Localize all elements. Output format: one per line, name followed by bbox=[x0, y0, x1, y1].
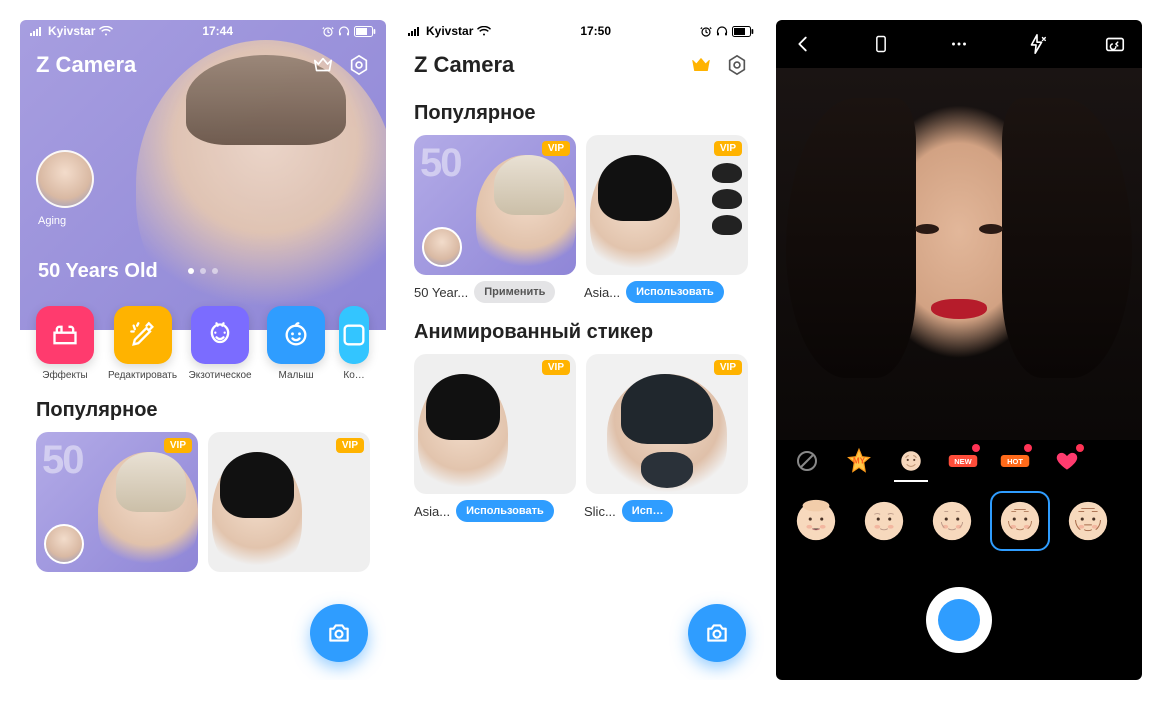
heart-icon[interactable] bbox=[1052, 446, 1082, 476]
camera-fab[interactable] bbox=[310, 604, 368, 662]
tool-strip: Эффекты Редактировать Экзотическое Малыш… bbox=[20, 306, 386, 381]
clock-label: 17:44 bbox=[202, 24, 233, 38]
tool-exotic[interactable]: Экзотическое bbox=[187, 306, 253, 381]
screen-catalog: Kyivstar 17:50 Z Camera Популярное VIP V… bbox=[398, 20, 764, 680]
aging-category-icon[interactable] bbox=[896, 446, 926, 476]
camera-top-bar bbox=[776, 20, 1142, 68]
hot-tag-icon[interactable]: HOT bbox=[1000, 446, 1030, 476]
my-star-icon[interactable]: MY bbox=[844, 446, 874, 476]
crown-icon[interactable] bbox=[312, 54, 334, 76]
screen-camera: MY NEW HOT bbox=[776, 20, 1142, 680]
tool-effects[interactable]: Эффекты bbox=[32, 306, 98, 381]
card-name: Slic... bbox=[584, 504, 616, 519]
carrier-label: Kyivstar bbox=[48, 24, 95, 38]
hero-pager[interactable] bbox=[188, 268, 218, 274]
shutter-button[interactable] bbox=[926, 587, 992, 653]
tool-edit[interactable]: Редактировать bbox=[108, 306, 177, 381]
card-hair[interactable]: VIP bbox=[586, 135, 748, 275]
signal-icon bbox=[408, 26, 422, 36]
svg-text:NEW: NEW bbox=[954, 457, 972, 466]
wifi-icon bbox=[477, 26, 491, 36]
age-preset[interactable] bbox=[1060, 493, 1116, 549]
age-preset[interactable] bbox=[788, 493, 844, 549]
headphones-icon bbox=[716, 26, 728, 37]
tool-label: Малыш bbox=[279, 370, 314, 381]
use-button[interactable]: Использовать bbox=[626, 281, 724, 303]
vip-badge: VIP bbox=[542, 360, 570, 375]
age-preset-selected[interactable] bbox=[992, 493, 1048, 549]
age-preset[interactable] bbox=[856, 493, 912, 549]
vip-badge: VIP bbox=[714, 360, 742, 375]
card-hair[interactable]: VIP bbox=[208, 432, 370, 572]
tool-label: Эффекты bbox=[42, 370, 87, 381]
age-preset[interactable] bbox=[924, 493, 980, 549]
card-aging[interactable]: VIP bbox=[36, 432, 198, 572]
svg-text:HOT: HOT bbox=[1007, 457, 1023, 466]
more-button[interactable] bbox=[946, 31, 972, 57]
switch-camera-button[interactable] bbox=[1102, 31, 1128, 57]
signal-icon bbox=[30, 26, 44, 36]
battery-icon bbox=[732, 26, 754, 37]
shutter-area bbox=[776, 560, 1142, 680]
apply-button[interactable]: Применить bbox=[474, 281, 555, 303]
screen-home: Kyivstar 17:44 Z Camera Aging bbox=[20, 20, 386, 680]
camera-fab[interactable] bbox=[688, 604, 746, 662]
back-button[interactable] bbox=[790, 31, 816, 57]
new-tag-icon[interactable]: NEW bbox=[948, 446, 978, 476]
vip-badge: VIP bbox=[714, 141, 742, 156]
wifi-icon bbox=[99, 26, 113, 36]
tool-more[interactable]: Ко… bbox=[339, 306, 369, 381]
card-name: 50 Year... bbox=[414, 285, 468, 300]
flash-button[interactable] bbox=[1024, 31, 1050, 57]
card-sticker[interactable]: VIP bbox=[586, 354, 748, 494]
settings-icon[interactable] bbox=[348, 54, 370, 76]
card-sticker[interactable]: VIP bbox=[414, 354, 576, 494]
svg-text:MY: MY bbox=[853, 456, 866, 465]
hero-mini-avatar[interactable] bbox=[36, 150, 94, 208]
status-bar: Kyivstar 17:50 bbox=[398, 20, 764, 42]
card-name: Asia... bbox=[414, 504, 450, 519]
crown-icon[interactable] bbox=[690, 54, 712, 76]
hero-mini-label: Aging bbox=[38, 215, 66, 227]
aspect-ratio-button[interactable] bbox=[868, 31, 894, 57]
age-preset-bar bbox=[776, 482, 1142, 560]
alarm-icon bbox=[322, 26, 334, 37]
hero-age-label: 50 Years Old bbox=[38, 260, 158, 283]
hero-banner[interactable]: Kyivstar 17:44 Z Camera Aging bbox=[20, 20, 386, 330]
section-popular-title: Популярное bbox=[20, 381, 386, 432]
vip-badge: VIP bbox=[336, 438, 364, 453]
alarm-icon bbox=[700, 26, 712, 37]
section-popular-title: Популярное bbox=[398, 84, 764, 135]
battery-icon bbox=[354, 26, 376, 37]
app-title: Z Camera bbox=[414, 52, 514, 78]
card-aging[interactable]: VIP bbox=[414, 135, 576, 275]
use-button[interactable]: Исп… bbox=[622, 500, 674, 522]
tool-label: Ко… bbox=[343, 370, 364, 381]
none-icon[interactable] bbox=[792, 446, 822, 476]
status-bar: Kyivstar 17:44 bbox=[20, 20, 386, 42]
card-name: Asia... bbox=[584, 285, 620, 300]
tool-label: Редактировать bbox=[108, 370, 177, 381]
vip-badge: VIP bbox=[542, 141, 570, 156]
app-title: Z Camera bbox=[36, 52, 136, 78]
tool-baby[interactable]: Малыш bbox=[263, 306, 329, 381]
filter-category-bar: MY NEW HOT bbox=[776, 440, 1142, 482]
camera-preview bbox=[776, 68, 1142, 440]
vip-badge: VIP bbox=[164, 438, 192, 453]
settings-icon[interactable] bbox=[726, 54, 748, 76]
app-header: Z Camera bbox=[398, 42, 764, 84]
carrier-label: Kyivstar bbox=[426, 24, 473, 38]
use-button[interactable]: Использовать bbox=[456, 500, 554, 522]
tool-label: Экзотическое bbox=[189, 370, 252, 381]
app-header: Z Camera bbox=[20, 42, 386, 84]
section-sticker-title: Анимированный стикер bbox=[398, 303, 764, 354]
headphones-icon bbox=[338, 26, 350, 37]
clock-label: 17:50 bbox=[580, 24, 611, 38]
